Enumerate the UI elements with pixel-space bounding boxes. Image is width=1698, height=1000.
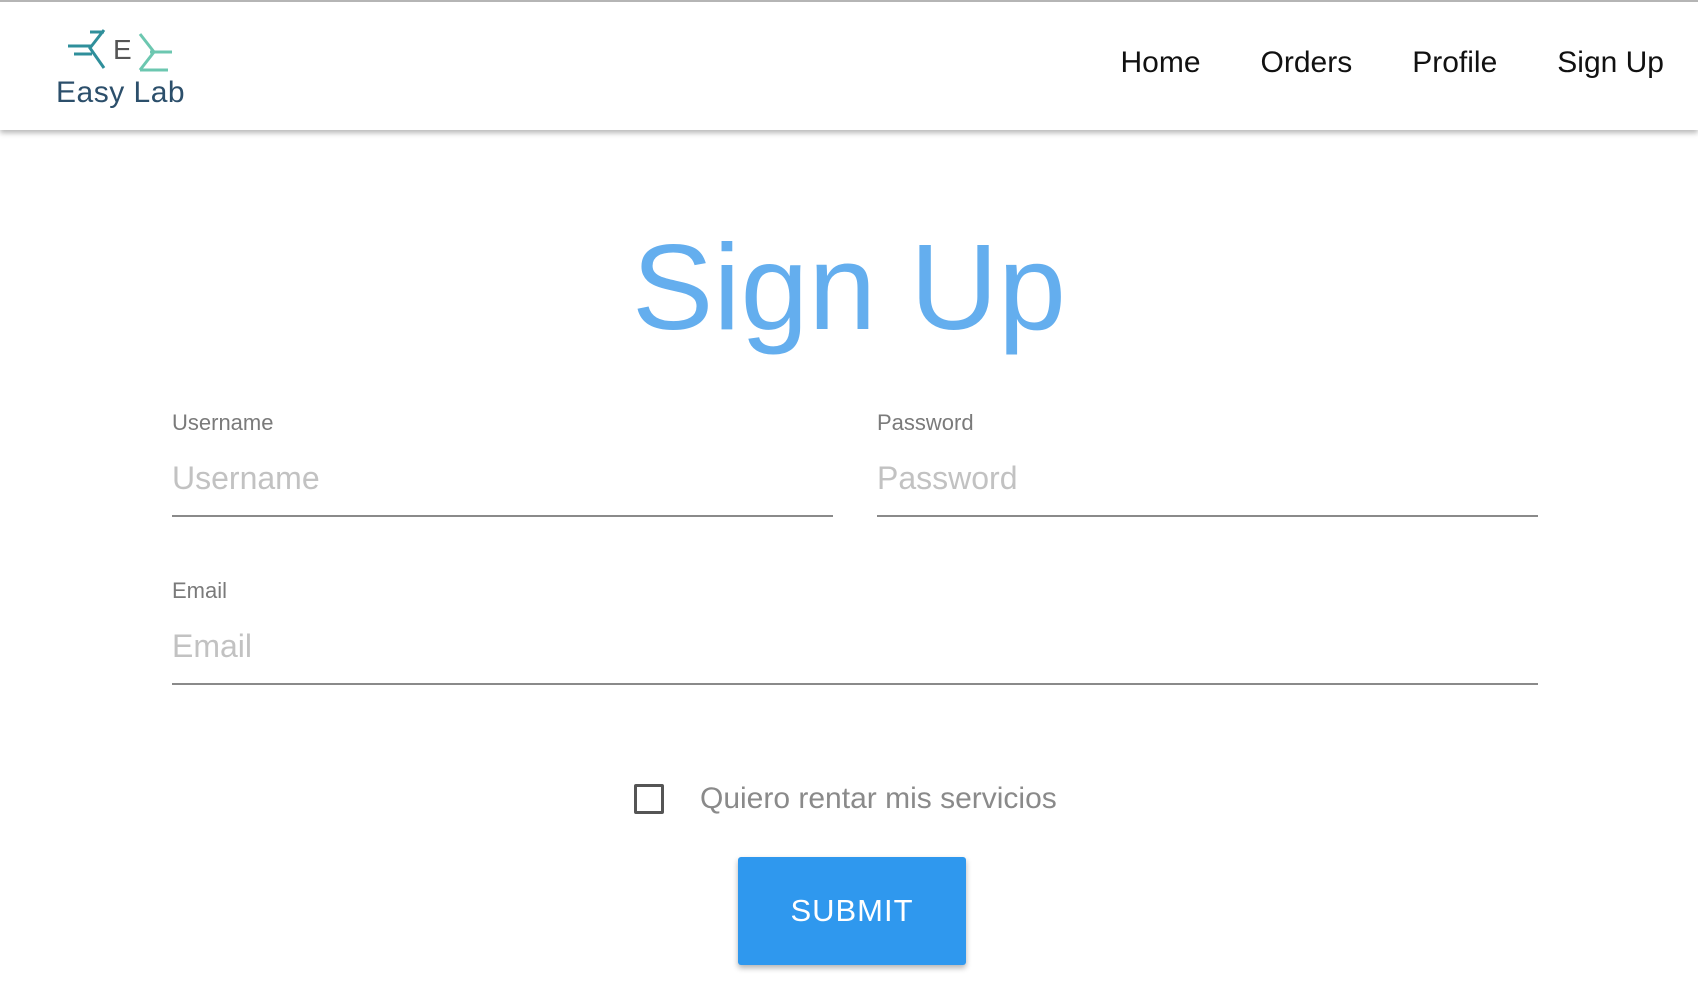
submit-button[interactable]: SUBMIT	[738, 857, 966, 965]
rent-services-checkbox[interactable]	[634, 784, 664, 814]
logo-text: Easy Lab	[56, 76, 186, 109]
page: E Easy Lab Home Orders Profile Sign Up S…	[0, 0, 1698, 1000]
nav-home[interactable]: Home	[1121, 46, 1201, 80]
logo-mark-icon: E	[68, 29, 172, 72]
password-input[interactable]	[877, 456, 1538, 517]
logo-mark-letter: E	[113, 34, 132, 65]
rent-services-label: Quiero rentar mis servicios	[700, 782, 1057, 815]
rent-services-checkbox-row[interactable]: Quiero rentar mis servicios	[634, 782, 1057, 816]
email-field-group: Email	[172, 578, 1538, 685]
username-field-group: Username	[172, 410, 833, 517]
password-label: Password	[877, 410, 974, 435]
email-label: Email	[172, 578, 228, 603]
email-input[interactable]	[172, 624, 1538, 685]
main-nav: Home Orders Profile Sign Up	[1121, 46, 1665, 80]
top-navbar: E Easy Lab Home Orders Profile Sign Up	[0, 0, 1698, 130]
logo[interactable]: E Easy Lab	[54, 26, 194, 112]
password-field-group: Password	[877, 410, 1538, 517]
nav-sign-up[interactable]: Sign Up	[1557, 46, 1664, 80]
username-label: Username	[172, 410, 274, 435]
page-title: Sign Up	[631, 219, 1067, 355]
nav-orders[interactable]: Orders	[1261, 46, 1353, 80]
nav-profile[interactable]: Profile	[1412, 46, 1497, 80]
username-input[interactable]	[172, 456, 833, 517]
